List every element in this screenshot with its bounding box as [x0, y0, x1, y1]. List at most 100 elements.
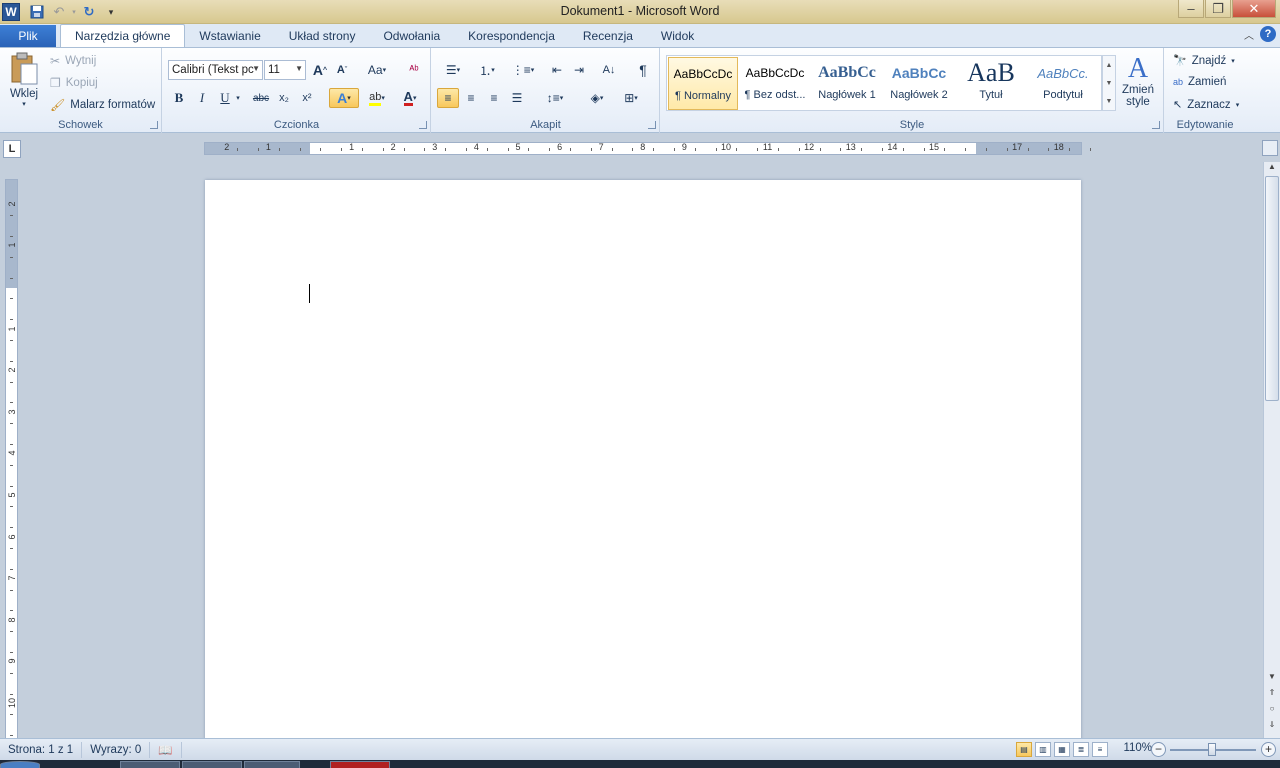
shrink-font-button[interactable]: Aˇ: [331, 60, 353, 80]
font-size-combo[interactable]: 11 ▼: [264, 60, 306, 80]
styles-gallery-scroll[interactable]: ▲ ▼ ▼: [1102, 55, 1116, 111]
style-heading-2[interactable]: AaBbCc Nagłówek 2: [884, 57, 954, 110]
tab-home[interactable]: Narzędzia główne: [60, 24, 186, 47]
outline-view-icon[interactable]: ≣: [1073, 742, 1089, 757]
style-title[interactable]: AaB Tytuł: [956, 57, 1026, 110]
highlight-button[interactable]: ab ▾: [362, 88, 392, 108]
align-right-button[interactable]: ≡: [483, 88, 505, 108]
taskbar-item[interactable]: [182, 761, 242, 768]
browse-object-icon[interactable]: ○: [1264, 704, 1280, 716]
vertical-ruler[interactable]: 2 1 1 2 3 4 5 6 7 8 9 10: [5, 179, 18, 739]
tab-view[interactable]: Widok: [647, 24, 708, 47]
replace-button[interactable]: ab Zamień: [1173, 76, 1226, 88]
view-ruler-icon[interactable]: [1262, 140, 1278, 156]
zoom-out-button[interactable]: −: [1151, 742, 1166, 757]
font-color-button[interactable]: A ▾: [395, 88, 425, 108]
decrease-indent-button[interactable]: ⇤: [546, 60, 568, 80]
web-layout-view-icon[interactable]: ▦: [1054, 742, 1070, 757]
close-button[interactable]: ✕: [1232, 0, 1276, 18]
taskbar-item[interactable]: [330, 761, 390, 768]
save-icon[interactable]: [26, 1, 48, 23]
align-left-button[interactable]: ≡: [437, 88, 459, 108]
change-case-button[interactable]: Aa ▾: [363, 60, 391, 80]
word-logo-icon[interactable]: W: [2, 3, 20, 21]
styles-launcher-icon[interactable]: [1152, 121, 1160, 129]
clipboard-launcher-icon[interactable]: [150, 121, 158, 129]
tab-references[interactable]: Odwołania: [369, 24, 454, 47]
tab-mailings[interactable]: Korespondencja: [454, 24, 569, 47]
bullets-button[interactable]: ☰ ▾: [438, 60, 468, 80]
copy-button[interactable]: ❐ Kopiuj: [50, 76, 98, 90]
tab-selector[interactable]: L: [3, 140, 21, 158]
vertical-scrollbar[interactable]: ▲ ▼ ⇑ ○ ⇓: [1263, 162, 1280, 739]
chevron-down-icon[interactable]: ▼: [1106, 80, 1113, 87]
zoom-in-button[interactable]: +: [1261, 742, 1276, 757]
clear-formatting-button[interactable]: ᴬᵇ: [403, 60, 425, 80]
draft-view-icon[interactable]: ≡: [1092, 742, 1108, 757]
style-no-spacing[interactable]: AaBbCcDc ¶ Bez odst...: [740, 57, 810, 110]
align-center-button[interactable]: ≡: [460, 88, 482, 108]
style-subtitle[interactable]: AaBbCc. Podtytuł: [1028, 57, 1098, 110]
shading-button[interactable]: ◈ ▾: [582, 88, 612, 108]
bold-button[interactable]: B: [168, 88, 190, 108]
taskbar-item[interactable]: [120, 761, 180, 768]
italic-button[interactable]: I: [191, 88, 213, 108]
grow-font-button[interactable]: A ^: [309, 60, 331, 80]
document-page[interactable]: [205, 180, 1081, 740]
style-heading-1[interactable]: AaBbCc Nagłówek 1: [812, 57, 882, 110]
tab-insert[interactable]: Wstawianie: [185, 24, 274, 47]
tab-page-layout[interactable]: Układ strony: [275, 24, 370, 47]
select-button[interactable]: ↖ Zaznacz ▾: [1173, 98, 1239, 112]
previous-page-icon[interactable]: ⇑: [1264, 688, 1280, 700]
style-normal[interactable]: AaBbCcDc ¶ Normalny: [668, 57, 738, 110]
find-button[interactable]: 🔭 Znajdź ▾: [1173, 54, 1235, 68]
borders-button[interactable]: ⊞ ▾: [616, 88, 646, 108]
print-layout-view-icon[interactable]: ▤: [1016, 742, 1032, 757]
numbering-button[interactable]: ⒈ ▾: [472, 60, 502, 80]
help-icon[interactable]: ?: [1260, 26, 1276, 42]
minimize-ribbon-icon[interactable]: ︿: [1244, 27, 1254, 42]
zoom-slider-thumb[interactable]: [1208, 743, 1216, 756]
font-launcher-icon[interactable]: [419, 121, 427, 129]
next-page-icon[interactable]: ⇓: [1264, 720, 1280, 732]
sort-button[interactable]: A↓: [598, 60, 620, 80]
minimize-button[interactable]: –: [1178, 0, 1204, 18]
format-painter-button[interactable]: 🖌 Malarz formatów: [50, 98, 155, 112]
customize-qat-icon[interactable]: ▾: [100, 1, 122, 23]
line-spacing-button[interactable]: ↕≡ ▾: [540, 88, 570, 108]
text-effects-button[interactable]: A ▾: [329, 88, 359, 108]
show-formatting-button[interactable]: ¶: [632, 60, 654, 80]
maximize-button[interactable]: ❐: [1205, 0, 1231, 18]
tab-review[interactable]: Recenzja: [569, 24, 647, 47]
word-count[interactable]: Wyrazy: 0: [82, 741, 151, 758]
paragraph-launcher-icon[interactable]: [648, 121, 656, 129]
undo-icon[interactable]: ↶: [48, 1, 70, 23]
tab-file[interactable]: Plik: [0, 25, 56, 47]
superscript-button[interactable]: x²: [296, 88, 318, 108]
change-styles-button[interactable]: A Zmień style: [1118, 54, 1158, 109]
multilevel-list-button[interactable]: ⋮≡ ▾: [508, 60, 538, 80]
gallery-more-icon[interactable]: ▼: [1106, 98, 1113, 105]
scroll-down-icon[interactable]: ▼: [1264, 672, 1280, 684]
taskbar-item[interactable]: [244, 761, 300, 768]
increase-indent-button[interactable]: ⇥: [568, 60, 590, 80]
page-count[interactable]: Strona: 1 z 1: [0, 741, 83, 758]
underline-dropdown-icon[interactable]: ▾: [233, 88, 243, 108]
redo-icon[interactable]: ↻: [78, 1, 100, 23]
proofing-icon[interactable]: 📖: [150, 741, 182, 758]
start-button[interactable]: [0, 761, 40, 768]
paste-button[interactable]: Wklej ▾: [6, 52, 42, 108]
chevron-up-icon[interactable]: ▲: [1106, 62, 1113, 69]
undo-dropdown-icon[interactable]: ▾: [70, 1, 78, 23]
ruler-tick: [10, 693, 13, 695]
subscript-button[interactable]: x₂: [273, 88, 295, 108]
cut-button[interactable]: ✂ Wytnij: [50, 54, 96, 68]
font-name-combo[interactable]: Calibri (Tekst pc ▼: [168, 60, 263, 80]
scrollbar-thumb[interactable]: [1265, 176, 1279, 401]
strikethrough-button[interactable]: abc: [250, 88, 272, 108]
scroll-up-icon[interactable]: ▲: [1264, 162, 1280, 174]
horizontal-ruler[interactable]: 2 1 1 2 3 4 5 6 7 8 9 10 11 12 13 14 15 17 18: [204, 142, 1091, 155]
full-screen-reading-view-icon[interactable]: ▥: [1035, 742, 1051, 757]
justify-button[interactable]: ☰: [506, 88, 528, 108]
zoom-level[interactable]: 110%: [1123, 742, 1152, 754]
